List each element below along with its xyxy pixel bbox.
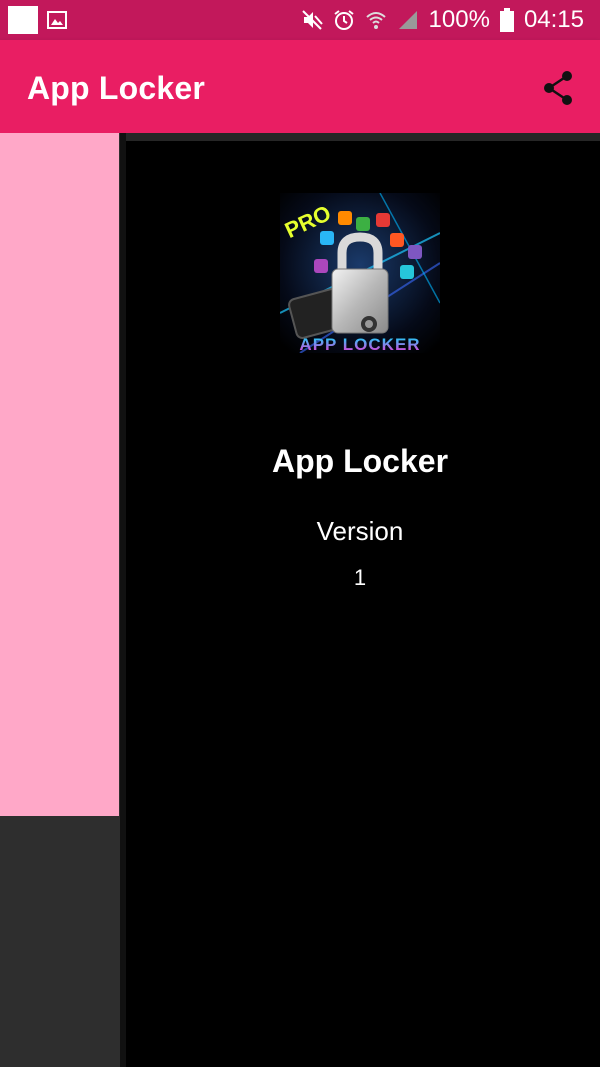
- pink-content-panel: [0, 133, 119, 816]
- image-icon: [47, 11, 67, 29]
- drawer-app-name: App Locker: [271, 443, 449, 479]
- app-title: App Locker: [27, 70, 206, 106]
- share-icon: [544, 71, 572, 105]
- main-content-scrim[interactable]: [0, 133, 120, 1067]
- drawer-left-edge: [120, 133, 126, 1067]
- svg-text:APP LOCKER: APP LOCKER: [299, 335, 420, 353]
- version-label: Version: [316, 516, 404, 546]
- clock: 04:15: [523, 6, 584, 33]
- status-bar: 100% 04:15: [0, 0, 600, 40]
- status-left-icons: [8, 6, 68, 34]
- status-right: 100% 04:15: [301, 0, 584, 40]
- alarm-icon: [333, 10, 354, 30]
- drawer-top-divider: [120, 133, 600, 141]
- battery-icon: [499, 8, 514, 32]
- app-bar: App Locker: [0, 40, 600, 133]
- version-value: 1: [353, 565, 367, 590]
- navigation-drawer: PRO APP LOCKER App Locker Version 1: [120, 133, 600, 1067]
- battery-percentage: 100%: [428, 6, 490, 33]
- notification-app-icon: [8, 6, 38, 34]
- mute-icon: [301, 10, 323, 30]
- signal-icon: [398, 11, 417, 29]
- app-locker-logo: PRO APP LOCKER: [280, 193, 440, 353]
- share-button[interactable]: [540, 68, 576, 108]
- wifi-icon: [365, 12, 386, 29]
